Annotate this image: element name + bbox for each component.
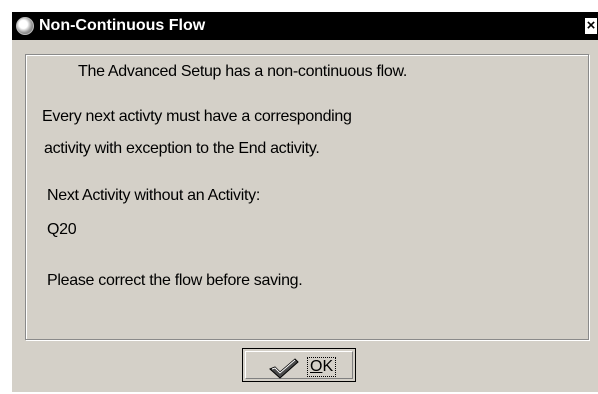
close-button[interactable]: × [585, 18, 597, 34]
ok-button-label: OK [306, 357, 337, 377]
dialog-window: Non-Continuous Flow × The Advanced Setup… [12, 12, 598, 392]
title-bar[interactable]: Non-Continuous Flow × [12, 12, 598, 40]
ok-button[interactable]: OK [242, 348, 356, 382]
activity-id-value: Q20 [47, 221, 77, 238]
next-activity-label: Next Activity without an Activity: [47, 187, 260, 204]
correction-instruction: Please correct the flow before saving. [47, 272, 303, 289]
dialog-title: Non-Continuous Flow [39, 17, 206, 34]
app-globe-icon [16, 17, 34, 35]
message-line-2: Every next activty must have a correspon… [42, 108, 352, 125]
message-headline: The Advanced Setup has a non-continuous … [78, 63, 407, 80]
ok-button-face: OK [245, 351, 353, 379]
message-line-3: activity with exception to the End activ… [44, 140, 320, 157]
checkmark-icon [269, 358, 299, 379]
